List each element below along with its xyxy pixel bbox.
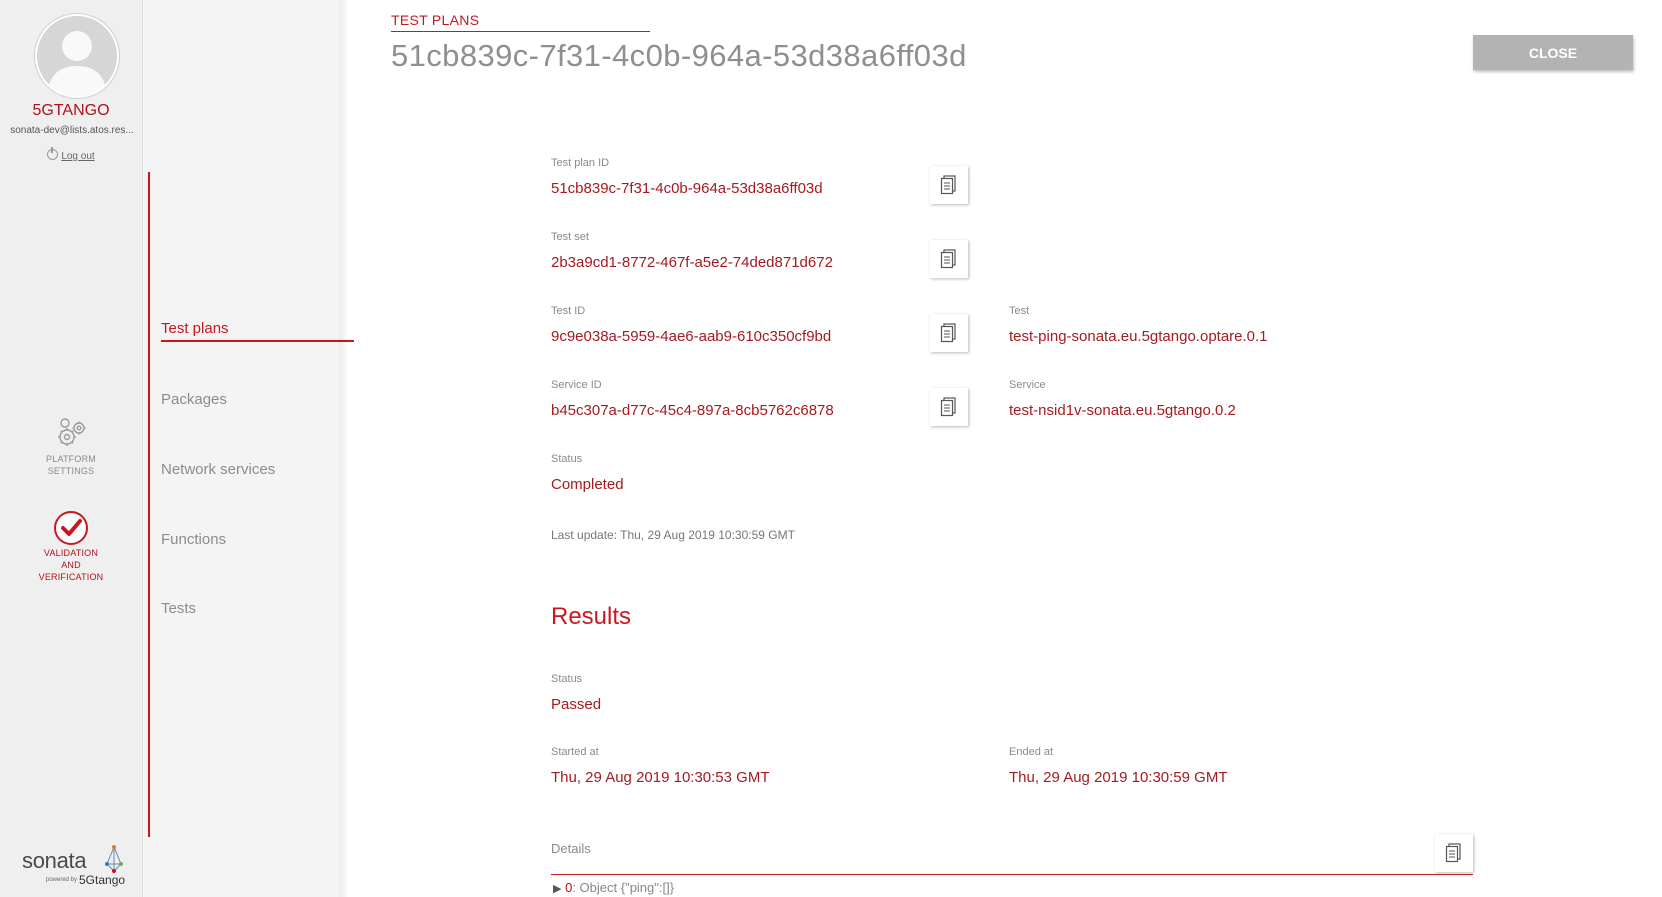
status-label: Status bbox=[551, 453, 583, 465]
copy-test-set-button[interactable] bbox=[930, 240, 968, 278]
copy-test-id-button[interactable] bbox=[930, 314, 968, 352]
copy-icon bbox=[940, 323, 956, 343]
platform-settings-label-1: PLATFORM bbox=[46, 454, 96, 464]
status-value: Completed bbox=[551, 476, 624, 493]
user-email: sonata-dev@lists.atos.res... bbox=[10, 125, 134, 136]
breadcrumb[interactable]: TEST PLANS bbox=[391, 12, 479, 28]
result-status-label: Status bbox=[551, 673, 583, 685]
nav-item-network-services[interactable]: Network services bbox=[161, 461, 275, 478]
details-divider bbox=[551, 874, 1473, 875]
platform-settings-label-2: SETTINGS bbox=[47, 466, 95, 476]
service-label: Service bbox=[1009, 379, 1046, 391]
user-name: 5GTANGO bbox=[32, 102, 110, 119]
test-plan-id-value: 51cb839c-7f31-4c0b-964a-53d38a6ff03d bbox=[551, 180, 823, 197]
logo-network-icon bbox=[105, 845, 123, 873]
test-id-value: 9c9e038a-5959-4ae6-aab9-610c350cf9bd bbox=[551, 328, 832, 345]
test-plan-id-label: Test plan ID bbox=[551, 157, 610, 169]
validation-label-1: VALIDATION bbox=[43, 548, 99, 558]
service-id-value: b45c307a-d77c-45c4-897a-8cb5762c6878 bbox=[551, 402, 834, 419]
nav-item-functions[interactable]: Functions bbox=[161, 531, 226, 548]
logout-link[interactable]: Log out bbox=[0, 147, 142, 162]
nav-divider bbox=[148, 172, 150, 837]
test-value: test-ping-sonata.eu.5gtango.optare.0.1 bbox=[1009, 328, 1268, 345]
user-rail: 5GTANGO sonata-dev@lists.atos.res... Log… bbox=[0, 0, 143, 897]
test-id-label: Test ID bbox=[551, 305, 586, 317]
copy-icon bbox=[1445, 843, 1461, 863]
copy-test-plan-id-button[interactable] bbox=[930, 166, 968, 204]
close-button[interactable]: CLOSE bbox=[1473, 35, 1633, 70]
logo-powered-by: powered by bbox=[46, 877, 78, 883]
service-id-label: Service ID bbox=[551, 379, 602, 391]
user-avatar-icon bbox=[35, 14, 119, 98]
secondary-nav bbox=[143, 0, 339, 897]
copy-details-button[interactable] bbox=[1435, 834, 1473, 872]
ended-at-value: Thu, 29 Aug 2019 10:30:59 GMT bbox=[1009, 769, 1228, 786]
copy-icon bbox=[940, 175, 956, 195]
test-label: Test bbox=[1009, 305, 1030, 317]
test-set-value: 2b3a9cd1-8772-467f-a5e2-74ded871d672 bbox=[551, 254, 833, 271]
validation-label-2: AND bbox=[61, 560, 81, 570]
validation-label-3: VERIFICATION bbox=[38, 572, 104, 582]
details-tree-row[interactable]: ▶ 0: Object {"ping":[]} bbox=[553, 880, 674, 895]
page-title: 51cb839c-7f31-4c0b-964a-53d38a6ff03d bbox=[391, 38, 967, 73]
last-update: Last update: Thu, 29 Aug 2019 10:30:59 G… bbox=[551, 528, 795, 542]
results-heading: Results bbox=[551, 603, 632, 630]
panel-shadow bbox=[339, 0, 349, 897]
logo-word: sonata bbox=[22, 848, 87, 873]
nav-item-test-plans[interactable]: Test plans bbox=[161, 320, 229, 337]
logo-brand: 5Gtango bbox=[79, 873, 126, 887]
power-icon bbox=[47, 147, 59, 160]
copy-service-id-button[interactable] bbox=[930, 388, 968, 426]
copy-icon bbox=[940, 397, 956, 417]
breadcrumb-underline bbox=[391, 31, 650, 32]
service-value: test-nsid1v-sonata.eu.5gtango.0.2 bbox=[1009, 402, 1236, 419]
copy-icon bbox=[940, 249, 956, 269]
nav-active-underline bbox=[161, 340, 354, 342]
validation-verification-button[interactable]: VALIDATION AND VERIFICATION bbox=[0, 511, 142, 583]
details-label: Details bbox=[551, 841, 591, 856]
test-set-label: Test set bbox=[551, 231, 589, 243]
gears-icon bbox=[0, 415, 142, 453]
details-object: : Object {"ping":[]} bbox=[572, 880, 675, 895]
sonata-logo: sonata powered by 5Gtango bbox=[22, 845, 132, 893]
ended-at-label: Ended at bbox=[1009, 746, 1054, 758]
expand-caret-icon[interactable]: ▶ bbox=[553, 883, 561, 895]
nav-item-tests[interactable]: Tests bbox=[161, 600, 196, 617]
check-circle-icon bbox=[0, 509, 142, 547]
logout-label: Log out bbox=[61, 151, 95, 162]
started-at-label: Started at bbox=[551, 746, 599, 758]
result-status-value: Passed bbox=[551, 696, 602, 713]
started-at-value: Thu, 29 Aug 2019 10:30:53 GMT bbox=[551, 769, 770, 786]
platform-settings-button[interactable]: PLATFORM SETTINGS bbox=[0, 415, 142, 477]
nav-item-packages[interactable]: Packages bbox=[161, 391, 227, 408]
